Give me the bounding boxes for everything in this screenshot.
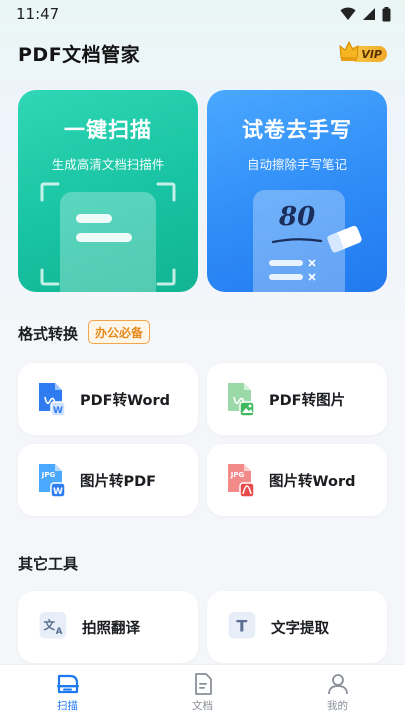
other-tools-section-title: 其它工具 — [18, 555, 79, 573]
vip-badge[interactable]: VIP — [339, 40, 387, 64]
svg-text:A: A — [56, 627, 63, 637]
image-to-word-icon: JPG — [228, 464, 255, 498]
scan-card[interactable]: 一键扫描 生成高清文档扫描件 — [18, 90, 198, 292]
status-time: 11:47 — [16, 5, 60, 23]
scan-title: 一键扫描 — [64, 118, 152, 142]
nav-tab-documents[interactable]: 文档 — [163, 672, 243, 713]
image-to-word-button[interactable]: JPG 图片转Word — [207, 444, 387, 516]
svg-text:文: 文 — [44, 618, 56, 632]
app-title: PDF文档管家 — [18, 43, 141, 66]
nav-label-scan: 扫描 — [57, 700, 78, 712]
scan-subtitle: 生成高清文档扫描件 — [51, 157, 165, 172]
image-to-pdf-button[interactable]: JPG W 图片转PDF — [18, 444, 198, 516]
document-tab-icon — [194, 673, 212, 695]
text-extract-label: 文字提取 — [271, 620, 329, 637]
crown-icon — [339, 40, 359, 61]
score-underline — [271, 238, 323, 244]
pdf-to-word-button[interactable]: W PDF转Word — [18, 363, 198, 435]
office-essential-badge: 办公必备 — [88, 320, 151, 344]
scan-tab-icon — [56, 674, 79, 694]
app-header: PDF文档管家 VIP — [18, 38, 387, 68]
pdf-to-word-icon: W — [39, 383, 66, 417]
exam-subtitle: 自动擦除手写笔记 — [246, 157, 347, 172]
exam-erase-card[interactable]: 试卷去手写 自动擦除手写笔记 80 — [207, 90, 387, 292]
bottom-nav: 扫描 文档 我的 — [0, 664, 405, 720]
nav-tab-scan[interactable]: 扫描 — [28, 672, 108, 713]
text-extract-icon: T — [228, 611, 256, 639]
text-extract-button[interactable]: T 文字提取 — [207, 591, 387, 663]
pdf-to-image-icon — [228, 383, 255, 417]
word-badge-letter: W — [53, 487, 63, 497]
format-section-title: 格式转换 — [18, 325, 79, 343]
pdf-to-image-button[interactable]: PDF转图片 — [207, 363, 387, 435]
status-bar: 11:47 — [0, 0, 405, 28]
exam-title: 试卷去手写 — [242, 118, 352, 142]
score-handwriting: 80 — [279, 202, 316, 232]
battery-icon — [382, 6, 391, 21]
profile-tab-icon — [327, 674, 348, 695]
jpg-badge-text: JPG — [41, 471, 56, 479]
signal-icon — [363, 8, 375, 20]
image-to-pdf-label: 图片转PDF — [80, 473, 157, 490]
pdf-to-image-label: PDF转图片 — [269, 392, 346, 409]
status-icons — [340, 6, 391, 22]
translate-icon: 文 A — [39, 611, 67, 639]
image-to-word-label: 图片转Word — [269, 473, 356, 490]
nav-tab-profile[interactable]: 我的 — [298, 672, 378, 713]
photo-translate-label: 拍照翻译 — [82, 620, 140, 637]
image-to-pdf-icon: JPG W — [39, 464, 66, 498]
pdf-to-word-label: PDF转Word — [80, 392, 171, 409]
photo-translate-button[interactable]: 文 A 拍照翻译 — [18, 591, 198, 663]
wifi-icon — [340, 7, 356, 20]
text-extract-letter: T — [236, 616, 247, 635]
nav-label-profile: 我的 — [327, 700, 348, 712]
word-badge-letter: W — [53, 406, 63, 416]
jpg-badge-text: JPG — [230, 471, 245, 479]
nav-label-documents: 文档 — [192, 700, 213, 712]
